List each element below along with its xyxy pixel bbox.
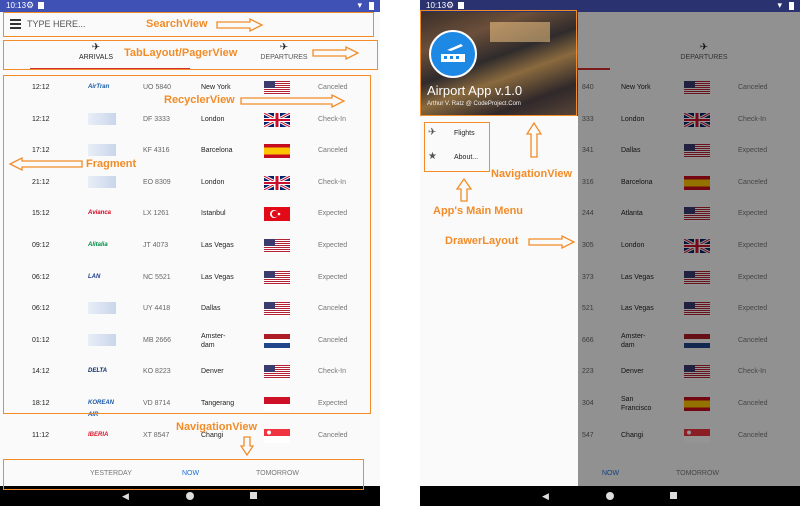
annotation-box-main-menu [424,122,490,172]
flight-code: XT 8547 [143,431,170,439]
sd-card-icon [38,2,44,9]
annotation-box-recyclerview [3,75,371,414]
back-icon[interactable]: ◀ [122,491,129,502]
recents-icon-right[interactable] [670,492,677,499]
annotation-arrow-left-icon [8,157,83,171]
annotation-box-navigationview-bottom [3,459,364,490]
annotation-recyclerview: RecyclerView [164,94,235,106]
annotation-fragment: Fragment [86,158,137,170]
annotation-arrow-right-icon [216,18,264,32]
airline-logo-icon: IBERIA [88,431,109,438]
home-icon-right[interactable] [606,492,614,500]
status-time-right: 10:13 [426,1,447,10]
back-icon-right[interactable]: ◀ [542,491,549,502]
annotation-box-drawer-header [420,10,577,116]
wifi-icon: ▾ [357,0,362,10]
home-icon[interactable] [186,492,194,500]
annotation-arrow-up-icon [456,178,472,202]
annotation-arrow-right-icon [528,235,576,249]
flight-time: 11:12 [32,431,49,439]
status-bar: 10:13 ⚙ ▾ [0,0,380,12]
annotation-arrow-down-icon [240,436,254,456]
annotation-arrow-right-icon [312,46,360,60]
wifi-icon-right: ▾ [777,0,782,10]
flight-status: Canceled [318,431,348,439]
annotation-tablayout: TabLayout/PagerView [124,47,238,59]
annotation-arrow-up-icon [526,122,542,158]
annotation-navigationview-bottom: NavigationView [176,421,258,433]
recents-icon[interactable] [250,492,257,499]
annotation-drawerlayout: DrawerLayout [445,235,519,247]
status-time: 10:13 [6,1,27,10]
sd-card-icon-right [458,2,464,9]
annotation-navigationview-drawer: NavigationView [491,168,573,180]
settings-icon: ⚙ [26,0,35,10]
annotation-main-menu: App's Main Menu [433,205,524,217]
battery-icon [369,2,374,10]
annotation-searchview: SearchView [146,18,208,30]
annotation-arrow-right-icon [240,94,346,108]
battery-icon-right [789,2,794,10]
country-flag-icon [264,428,290,443]
system-nav-bar-right: ◀ [420,486,800,506]
